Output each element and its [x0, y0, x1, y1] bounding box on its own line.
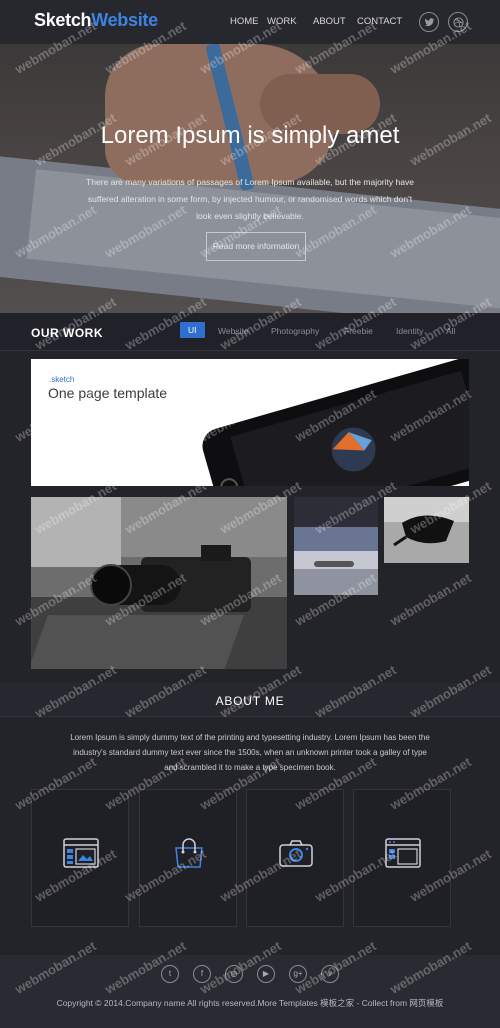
facebook-icon[interactable]: f	[193, 965, 211, 983]
browser-layout-icon	[63, 838, 99, 868]
site-footer: t f ◎ ▶ g+ v Copyright © 2014.Company na…	[0, 955, 500, 1028]
copyright-text: Copyright © 2014.Company name All rights…	[56, 998, 444, 1008]
shopping-bag-icon	[175, 838, 203, 868]
feature-box-1[interactable]	[31, 789, 129, 927]
iphone-illustration	[202, 359, 469, 486]
sunglasses-photo	[384, 497, 469, 563]
hero-title: Lorem Ipsum is simply amet	[100, 122, 400, 149]
watermark-text: webmoban.net	[387, 570, 474, 629]
logo-text-website: Website	[91, 10, 158, 30]
feature-box-4[interactable]	[353, 789, 451, 927]
window-layout-icon	[385, 838, 421, 868]
dribbble-icon[interactable]: ◎	[225, 965, 243, 983]
about-bar: ABOUT ME	[0, 683, 500, 717]
our-work-bar: OUR WORK UI Website Photography Freebie …	[0, 313, 500, 351]
filter-identity[interactable]: Identity	[396, 326, 423, 336]
read-more-button[interactable]: Read more information	[206, 232, 306, 261]
about-title: ABOUT ME	[215, 694, 285, 708]
nav-item-home[interactable]: HOME	[230, 16, 259, 27]
logo-text-sketch: Sketch	[34, 10, 92, 30]
youtube-icon[interactable]: ▶	[257, 965, 275, 983]
top-navbar: SketchWebsite HOME WORK ABOUT CONTACT	[0, 0, 500, 44]
filter-photography[interactable]: Photography	[271, 326, 319, 336]
phone-photo	[294, 497, 378, 595]
feature-box-2[interactable]	[139, 789, 237, 927]
filter-all[interactable]: All	[446, 326, 455, 336]
feature-box-3[interactable]	[246, 789, 344, 927]
nav-item-contact[interactable]: CONTACT	[357, 16, 402, 27]
filter-ui[interactable]: UI	[180, 322, 205, 338]
hero-banner: Lorem Ipsum is simply amet There are man…	[0, 44, 500, 313]
about-text: Lorem Ipsum is simply dummy text of the …	[70, 733, 430, 772]
nav-item-about[interactable]: ABOUT	[313, 16, 346, 27]
twitter-icon[interactable]	[419, 12, 439, 32]
camera-photo	[31, 497, 287, 669]
twitter-icon[interactable]: t	[161, 965, 179, 983]
portfolio-item-camera[interactable]	[31, 497, 287, 669]
site-logo[interactable]: SketchWebsite	[34, 10, 158, 31]
filter-freebie[interactable]: Freebie	[344, 326, 373, 336]
nav-item-work[interactable]: WORK	[267, 16, 297, 27]
filter-website[interactable]: Website	[218, 326, 249, 336]
dribbble-icon[interactable]	[448, 12, 468, 32]
portfolio-item-sunglasses[interactable]	[384, 497, 469, 563]
vine-icon[interactable]: v	[321, 965, 339, 983]
google-plus-icon[interactable]: g+	[289, 965, 307, 983]
hero-text: There are many variations of passages of…	[86, 177, 414, 221]
our-work-title: OUR WORK	[31, 326, 103, 340]
portfolio-item-template[interactable]: .sketch One page template	[31, 359, 469, 486]
camera-icon	[279, 840, 313, 867]
portfolio-item-phone[interactable]	[294, 497, 378, 595]
